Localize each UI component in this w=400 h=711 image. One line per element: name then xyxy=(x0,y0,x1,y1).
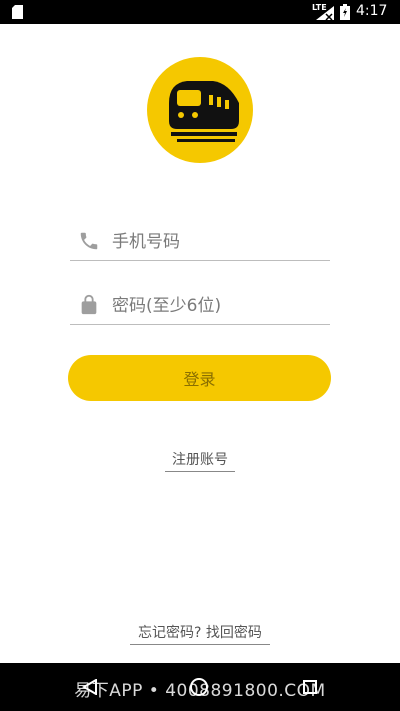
register-link[interactable]: 注册账号 xyxy=(165,449,235,472)
sd-card-icon xyxy=(12,5,23,19)
login-button[interactable]: 登录 xyxy=(68,355,331,401)
lock-icon xyxy=(81,294,97,315)
forgot-password-link[interactable]: 忘记密码? 找回密码 xyxy=(130,622,270,645)
clock: 4:17 xyxy=(356,3,388,19)
phone-icon xyxy=(80,232,98,250)
status-bar: LTE 4:17 xyxy=(0,0,400,24)
password-input[interactable] xyxy=(110,290,324,322)
signal-icon xyxy=(316,6,334,20)
train-icon xyxy=(169,81,239,142)
watermark: 易下APP • 4008891800.COM xyxy=(74,681,326,701)
battery-charging-icon xyxy=(340,4,350,20)
app-logo xyxy=(147,57,253,163)
phone-field xyxy=(70,222,330,261)
phone-input[interactable] xyxy=(110,226,324,258)
password-field xyxy=(70,286,330,325)
